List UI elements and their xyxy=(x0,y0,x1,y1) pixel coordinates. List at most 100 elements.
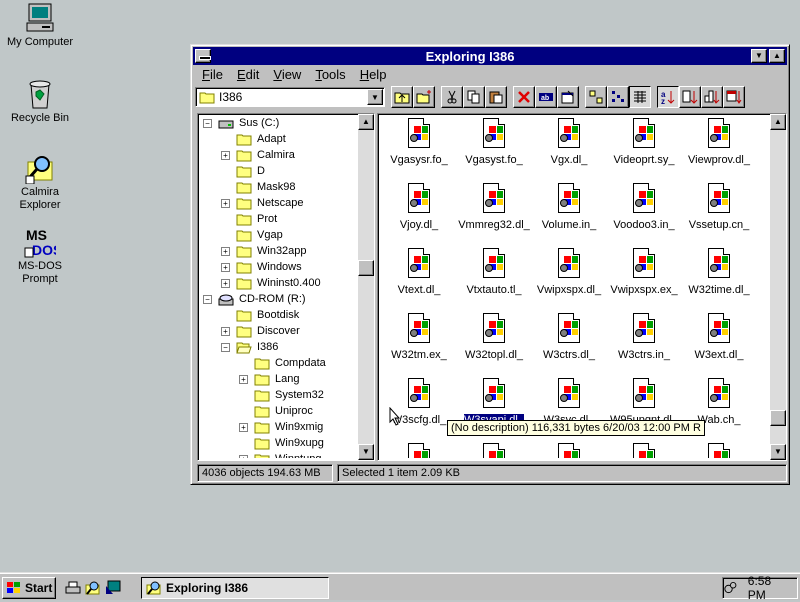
file-item[interactable]: W3ext.dl_ xyxy=(680,313,758,362)
tree-item[interactable]: Prot xyxy=(200,212,356,228)
expand-icon[interactable]: + xyxy=(239,423,248,432)
collapse-icon[interactable]: − xyxy=(221,343,230,352)
collapse-icon[interactable]: − xyxy=(203,119,212,128)
quick-launch-explorer[interactable] xyxy=(84,579,102,597)
menu-file[interactable]: File xyxy=(195,67,230,82)
file-item[interactable] xyxy=(380,443,458,458)
file-item[interactable]: Vmmreg32.dl_ xyxy=(455,183,533,232)
tree-item[interactable]: − Sus (C:) xyxy=(200,116,356,132)
properties-button[interactable] xyxy=(557,86,579,108)
taskbar-button-exploring[interactable]: Exploring I386 xyxy=(141,577,329,599)
expand-icon[interactable]: + xyxy=(221,151,230,160)
expand-icon[interactable]: + xyxy=(221,263,230,272)
combo-dropdown-button[interactable]: ▼ xyxy=(367,89,383,105)
expand-icon[interactable]: + xyxy=(221,199,230,208)
list-scrollbar[interactable]: ▲ ▼ xyxy=(770,114,786,460)
tree-item[interactable]: + Winntupg xyxy=(200,452,356,458)
collapse-icon[interactable]: − xyxy=(203,295,212,304)
minimize-button[interactable]: ▼ xyxy=(751,49,767,63)
scroll-up-button[interactable]: ▲ xyxy=(770,114,786,130)
expand-icon[interactable]: + xyxy=(221,327,230,336)
file-item[interactable]: Vjoy.dl_ xyxy=(380,183,458,232)
sort-type-button[interactable] xyxy=(679,86,701,108)
tree-scrollbar[interactable]: ▲ ▼ xyxy=(358,114,374,460)
tree-item[interactable]: Vgap xyxy=(200,228,356,244)
tree-item[interactable]: + Netscape xyxy=(200,196,356,212)
expand-icon[interactable]: + xyxy=(221,247,230,256)
file-item[interactable] xyxy=(605,443,683,458)
tray-settings-icon[interactable] xyxy=(723,580,738,596)
sort-name-button[interactable]: az xyxy=(657,86,679,108)
file-item[interactable]: Viewprov.dl_ xyxy=(680,118,758,167)
tree-item[interactable]: Compdata xyxy=(200,356,356,372)
menu-edit[interactable]: Edit xyxy=(230,67,266,82)
title-bar[interactable]: Exploring I386 ▼ ▲ xyxy=(193,47,787,65)
tray-clock[interactable]: 6:58 PM xyxy=(748,574,789,602)
tree-item[interactable]: System32 xyxy=(200,388,356,404)
file-item[interactable]: Vssetup.cn_ xyxy=(680,183,758,232)
tree-item[interactable]: Bootdisk xyxy=(200,308,356,324)
file-item[interactable]: Vtext.dl_ xyxy=(380,248,458,297)
tree-item[interactable]: + Wininst0.400 xyxy=(200,276,356,292)
file-item[interactable]: W32tm.ex_ xyxy=(380,313,458,362)
scroll-down-button[interactable]: ▼ xyxy=(770,444,786,460)
scroll-up-button[interactable]: ▲ xyxy=(358,114,374,130)
tree-item[interactable]: D xyxy=(200,164,356,180)
tree-item[interactable]: Adapt xyxy=(200,132,356,148)
expand-icon[interactable]: + xyxy=(239,455,248,458)
file-item[interactable]: W32time.dl_ xyxy=(680,248,758,297)
file-item[interactable]: Vwipxspx.ex_ xyxy=(605,248,683,297)
tree-item[interactable]: + Lang xyxy=(200,372,356,388)
paste-button[interactable] xyxy=(485,86,507,108)
up-folder-button[interactable] xyxy=(391,86,413,108)
tree-item[interactable]: Win9xupg xyxy=(200,436,356,452)
file-item[interactable]: Vgx.dl_ xyxy=(530,118,608,167)
copy-button[interactable] xyxy=(463,86,485,108)
tree-item[interactable]: + Win32app xyxy=(200,244,356,260)
folder-tree[interactable]: − Sus (C:) Adapt + Calmira D Mask98 + Netscape Pr… xyxy=(197,113,375,461)
quick-launch-printer[interactable] xyxy=(64,579,82,597)
address-combo[interactable]: I386 ▼ xyxy=(195,87,385,107)
file-item[interactable]: Videoprt.sy_ xyxy=(605,118,683,167)
new-folder-button[interactable] xyxy=(413,86,435,108)
menu-help[interactable]: Help xyxy=(353,67,394,82)
file-item[interactable] xyxy=(455,443,533,458)
sort-size-button[interactable] xyxy=(701,86,723,108)
desktop-icon-recycle-bin[interactable]: Recycle Bin xyxy=(0,78,80,125)
file-item[interactable]: Vgasyst.fo_ xyxy=(455,118,533,167)
sort-date-button[interactable] xyxy=(723,86,745,108)
file-item[interactable]: Volume.in_ xyxy=(530,183,608,232)
expand-icon[interactable]: + xyxy=(239,375,248,384)
tree-item[interactable]: − CD-ROM (R:) xyxy=(200,292,356,308)
menu-view[interactable]: View xyxy=(266,67,308,82)
large-icons-button[interactable] xyxy=(585,86,607,108)
cut-button[interactable] xyxy=(441,86,463,108)
start-button[interactable]: Start xyxy=(2,577,56,599)
file-item[interactable] xyxy=(680,443,758,458)
file-item[interactable] xyxy=(530,443,608,458)
details-button[interactable] xyxy=(629,86,651,108)
rename-button[interactable]: ab xyxy=(535,86,557,108)
file-item[interactable]: Voodoo3.in_ xyxy=(605,183,683,232)
file-list[interactable]: Vgasysr.fo_ Vgasyst.fo_ Vgx.dl_ Videoprt.sy… xyxy=(377,113,787,461)
file-item[interactable]: W3ctrs.in_ xyxy=(605,313,683,362)
file-item[interactable]: Vtxtauto.tl_ xyxy=(455,248,533,297)
scroll-thumb[interactable] xyxy=(358,260,374,276)
desktop-icon-my-computer[interactable]: My Computer xyxy=(0,2,80,49)
file-item[interactable]: Vwipxspx.dl_ xyxy=(530,248,608,297)
delete-button[interactable] xyxy=(513,86,535,108)
scroll-thumb[interactable] xyxy=(770,410,786,426)
quick-launch-desktop[interactable] xyxy=(104,579,122,597)
small-icons-button[interactable] xyxy=(607,86,629,108)
tree-item[interactable]: Uniproc xyxy=(200,404,356,420)
desktop-icon-msdos-prompt[interactable]: MSDOS MS-DOS Prompt xyxy=(0,226,80,286)
tree-item[interactable]: + Win9xmig xyxy=(200,420,356,436)
menu-tools[interactable]: Tools xyxy=(308,67,352,82)
tree-item[interactable]: − I386 xyxy=(200,340,356,356)
scroll-down-button[interactable]: ▼ xyxy=(358,444,374,460)
expand-icon[interactable]: + xyxy=(221,279,230,288)
file-item[interactable]: W3ctrs.dl_ xyxy=(530,313,608,362)
file-item[interactable]: Vgasysr.fo_ xyxy=(380,118,458,167)
tree-item[interactable]: + Windows xyxy=(200,260,356,276)
tree-item[interactable]: + Discover xyxy=(200,324,356,340)
